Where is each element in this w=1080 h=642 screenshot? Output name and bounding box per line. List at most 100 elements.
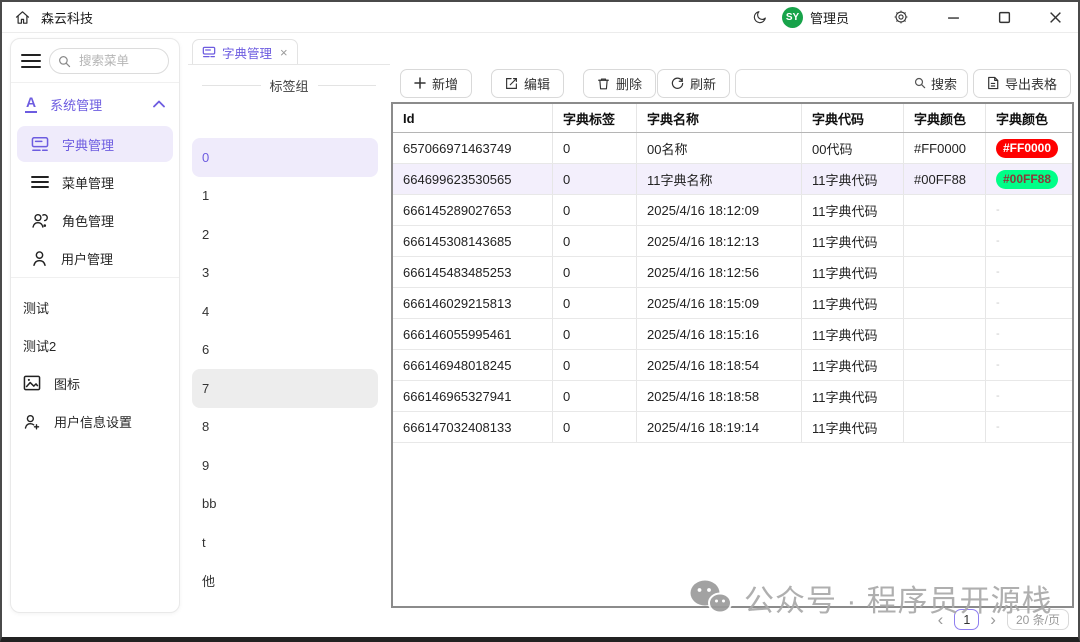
tab-label: 字典管理 <box>222 46 273 61</box>
refresh-button-label: 刷新 <box>689 76 716 92</box>
tab-dict-management[interactable]: 字典管理 × <box>192 39 298 64</box>
tag-item[interactable]: 9 <box>192 446 378 485</box>
sidebar-item-user-info-settings[interactable]: 用户信息设置 <box>11 402 179 440</box>
tag-group-title: 标签组 <box>202 76 377 95</box>
sidebar-item-user-management[interactable]: 用户管理 <box>11 239 179 277</box>
table-row[interactable]: 657066971463749 0 00名称 00代码 #FF0000 #FF0000 <box>393 133 1072 164</box>
table-cell-name: 2025/4/16 18:19:14 <box>637 412 802 442</box>
tab-close-icon[interactable]: × <box>280 45 288 60</box>
home-icon[interactable] <box>14 9 31 26</box>
table-row[interactable]: 666146055995461 0 2025/4/16 18:15:16 11字典代码… <box>393 319 1072 350</box>
refresh-icon <box>671 77 684 90</box>
table-header-cell: 字典颜色 <box>996 111 1049 127</box>
table-cell-label: 0 <box>553 412 637 442</box>
wechat-icon <box>688 578 734 618</box>
hamburger-menu-icon[interactable] <box>21 53 41 69</box>
sidebar-item-test[interactable]: 测试 <box>11 288 179 326</box>
sidebar-item-menu-management[interactable]: 菜单管理 <box>11 163 179 201</box>
dictionary-icon <box>202 46 216 58</box>
refresh-button[interactable]: 刷新 <box>656 68 730 98</box>
table-cell-label: 0 <box>553 350 637 380</box>
table-row[interactable]: 666146029215813 0 2025/4/16 18:15:09 11字典代码… <box>393 288 1072 319</box>
table-cell-id: 666146055995461 <box>393 319 553 349</box>
sidebar-item-test2[interactable]: 测试2 <box>11 326 179 364</box>
table-cell-code: 11字典代码 <box>802 257 904 287</box>
divider <box>11 277 179 278</box>
tag-item[interactable]: 2 <box>192 215 378 254</box>
table-body: 657066971463749 0 00名称 00代码 #FF0000 #FF0000 66… <box>393 133 1072 443</box>
maximize-icon[interactable] <box>994 9 1015 26</box>
sidebar-item-role-management[interactable]: 角色管理 <box>11 201 179 239</box>
sidebar-group-label: 系统管理 <box>50 97 103 113</box>
tag-item[interactable]: 4 <box>192 292 378 331</box>
add-button[interactable]: 新增 <box>400 68 473 98</box>
tag-item[interactable]: 他 <box>192 562 378 601</box>
table-cell-color-badge: - <box>986 412 1072 442</box>
sidebar-group-system-management[interactable]: A 系统管理 <box>11 83 179 125</box>
table-cell-name: 2025/4/16 18:12:56 <box>637 257 802 287</box>
export-button[interactable]: 导出表格 <box>972 68 1071 98</box>
table-cell-color-badge: - <box>986 288 1072 318</box>
tag-item[interactable]: 8 <box>192 408 378 447</box>
table-cell-color: #FF0000 <box>904 133 986 163</box>
empty-value-dash: - <box>996 328 1000 340</box>
table-header-cell: 字典代码 <box>802 104 904 132</box>
empty-value-dash: - <box>996 421 1000 433</box>
table-cell-name: 2025/4/16 18:15:09 <box>637 288 802 318</box>
table-cell-color <box>904 257 986 287</box>
color-badge: #FF0000 <box>996 138 1059 158</box>
delete-button-label: 删除 <box>616 76 643 92</box>
table-cell-name: 2025/4/16 18:18:54 <box>637 350 802 380</box>
menu-search-input[interactable] <box>77 53 164 69</box>
table-row[interactable]: 666146965327941 0 2025/4/16 18:18:58 11字典代码… <box>393 381 1072 412</box>
search-button[interactable]: 搜索 <box>904 70 967 97</box>
delete-button[interactable]: 删除 <box>583 68 657 98</box>
sidebar-item-dict-management[interactable]: 字典管理 <box>17 126 173 162</box>
tag-item[interactable]: bb <box>192 485 378 524</box>
table-cell-name: 2025/4/16 18:12:09 <box>637 195 802 225</box>
sidebar-item-label: 字典管理 <box>62 137 115 153</box>
table-row[interactable]: 666147032408133 0 2025/4/16 18:19:14 11字典代码… <box>393 412 1072 443</box>
minimize-icon[interactable] <box>943 9 964 26</box>
table-cell-name: 11字典名称 <box>637 164 802 194</box>
tag-item[interactable]: 1 <box>192 177 378 216</box>
tag-item[interactable]: 3 <box>192 254 378 293</box>
tag-item[interactable]: 6 <box>192 331 378 370</box>
table-row[interactable]: 666146948018245 0 2025/4/16 18:18:54 11字典代码… <box>393 350 1072 381</box>
table-row[interactable]: 666145289027653 0 2025/4/16 18:12:09 11字典代码… <box>393 195 1072 226</box>
table-cell-color <box>904 288 986 318</box>
table-header-cell: 字典名称 <box>637 104 802 132</box>
table-cell-label: 0 <box>553 319 637 349</box>
table-row[interactable]: 664699623530565 0 11字典名称 11字典代码 #00FF88 #00FF… <box>393 164 1072 195</box>
dict-table: Id 字典标签 字典名称 字典代码 字典颜色 字典颜色 657066971463749 0 0… <box>391 102 1074 608</box>
sidebar-item-label: 测试2 <box>23 338 57 354</box>
image-icon <box>23 375 41 391</box>
table-cell-color-badge: - <box>986 381 1072 411</box>
sidebar-item-label: 角色管理 <box>62 213 115 229</box>
tag-item[interactable]: 0 <box>192 138 378 177</box>
dark-mode-icon[interactable] <box>752 9 768 25</box>
table-cell-id: 666145308143685 <box>393 226 553 256</box>
menu-search[interactable] <box>49 48 169 74</box>
table-row[interactable]: 666145308143685 0 2025/4/16 18:12:13 11字典代码… <box>393 226 1072 257</box>
app-window: 森云科技 SY 管理员 搜索菜单 A 系统管理 字典管理 菜单管理 角色管理 用… <box>0 0 1080 642</box>
table-cell-code: 11字典代码 <box>802 319 904 349</box>
tag-item[interactable]: t <box>192 523 378 562</box>
table-row[interactable]: 666145483485253 0 2025/4/16 18:12:56 11字典代码… <box>393 257 1072 288</box>
sidebar-item-icons[interactable]: 图标 <box>11 364 179 402</box>
avatar[interactable]: SY <box>781 6 803 28</box>
sidebar-item-label: 图标 <box>54 376 81 392</box>
close-icon[interactable] <box>1045 9 1066 26</box>
tag-item[interactable]: 7 <box>192 369 378 408</box>
table-cell-code: 11字典代码 <box>802 195 904 225</box>
settings-gear-icon[interactable] <box>889 7 913 27</box>
roles-icon <box>31 212 49 229</box>
chevron-up-icon <box>153 100 165 108</box>
empty-value-dash: - <box>996 359 1000 371</box>
edit-button[interactable]: 编辑 <box>491 68 565 98</box>
sidebar-item-label: 用户管理 <box>61 251 114 267</box>
table-search-input[interactable] <box>735 75 904 91</box>
empty-value-dash: - <box>996 390 1000 402</box>
table-cell-id: 657066971463749 <box>393 133 553 163</box>
table-cell-code: 11字典代码 <box>802 226 904 256</box>
